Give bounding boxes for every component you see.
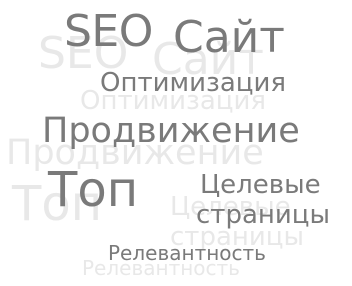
tag-seo[interactable]: SEO [64,10,153,54]
tag-sajt[interactable]: Сайт [173,16,285,60]
tag-prodvizhenie[interactable]: Продвижение [42,114,300,149]
tag-relevantnost[interactable]: Релевантность [108,243,266,263]
tag-optimizacija[interactable]: Оптимизация [100,70,286,96]
tag-cloud: SEO Сайт Оптимизация Продвижение Топ Цел… [0,0,352,286]
tag-stranicy[interactable]: страницы [196,202,330,228]
tag-celevye[interactable]: Целевые [200,172,321,198]
tag-top[interactable]: Топ [48,166,138,214]
